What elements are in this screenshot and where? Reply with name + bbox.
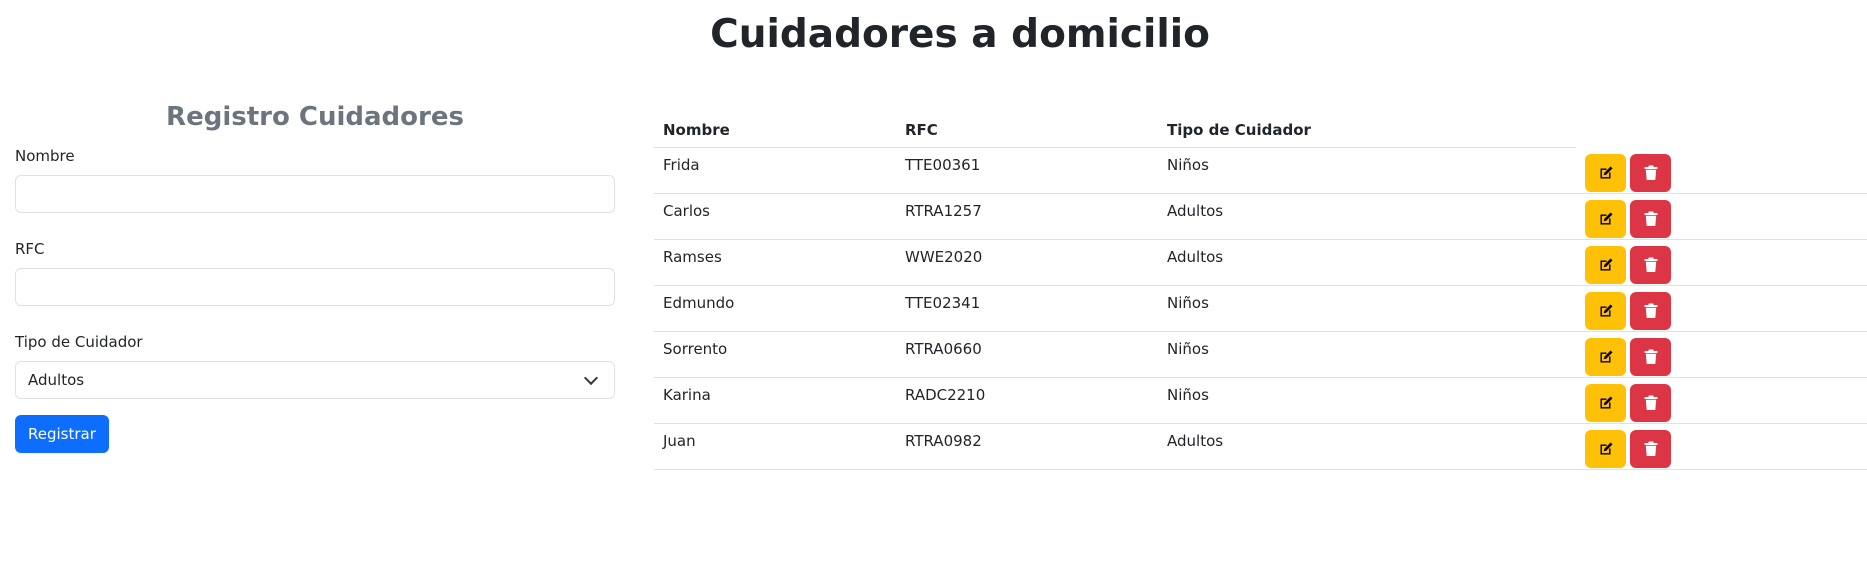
edit-button[interactable] [1585, 292, 1626, 330]
cell-nombre: Frida [654, 147, 896, 194]
delete-button[interactable] [1630, 292, 1671, 330]
edit-icon [1598, 303, 1614, 319]
table-row: Frida TTE00361 Niños [654, 147, 1867, 194]
trash-icon [1644, 257, 1658, 273]
trash-icon [1644, 211, 1658, 227]
cuidadores-table: Nombre RFC Tipo de Cuidador Frida TTE0036… [654, 112, 1867, 470]
chevron-down-icon [583, 370, 599, 385]
cell-actions [1576, 423, 1867, 470]
cell-rfc: WWE2020 [896, 239, 1158, 286]
rfc-input[interactable] [15, 268, 615, 306]
cell-actions [1576, 239, 1867, 286]
delete-button[interactable] [1630, 384, 1671, 422]
edit-button[interactable] [1585, 338, 1626, 376]
registrar-button[interactable]: Registrar [15, 415, 109, 453]
trash-icon [1644, 441, 1658, 457]
trash-icon [1644, 395, 1658, 411]
cell-rfc: TTE02341 [896, 285, 1158, 332]
cell-rfc: RTRA1257 [896, 193, 1158, 240]
cell-tipo: Niños [1158, 285, 1576, 332]
table-row: Juan RTRA0982 Adultos [654, 423, 1867, 470]
cell-tipo: Niños [1158, 147, 1576, 194]
cell-actions [1576, 377, 1867, 424]
cell-nombre: Juan [654, 423, 896, 470]
nombre-input[interactable] [15, 175, 615, 213]
cell-nombre: Karina [654, 377, 896, 424]
cell-actions [1576, 193, 1867, 240]
cell-tipo: Adultos [1158, 423, 1576, 470]
rfc-label: RFC [15, 240, 45, 258]
cell-nombre: Ramses [654, 239, 896, 286]
table-row: Carlos RTRA1257 Adultos [654, 193, 1867, 240]
table-row: Karina RADC2210 Niños [654, 377, 1867, 424]
nombre-label: Nombre [15, 147, 75, 165]
header-nombre: Nombre [654, 112, 896, 148]
table-row: Ramses WWE2020 Adultos [654, 239, 1867, 286]
tipo-label: Tipo de Cuidador [15, 333, 143, 351]
edit-icon [1598, 211, 1614, 227]
cell-nombre: Edmundo [654, 285, 896, 332]
edit-button[interactable] [1585, 153, 1626, 192]
form-title: Registro Cuidadores [166, 102, 464, 132]
page-title: Cuidadores a domicilio [710, 12, 1210, 57]
cell-tipo: Niños [1158, 331, 1576, 378]
edit-button[interactable] [1585, 246, 1626, 284]
table-row: Edmundo TTE02341 Niños [654, 285, 1867, 332]
cell-tipo: Adultos [1158, 239, 1576, 286]
tipo-selected-value: Adultos [28, 371, 85, 389]
cell-actions [1576, 285, 1867, 332]
cell-rfc: RADC2210 [896, 377, 1158, 424]
delete-button[interactable] [1630, 430, 1671, 468]
cuidadores-table-section: Nombre RFC Tipo de Cuidador Frida TTE0036… [654, 112, 1867, 470]
delete-button[interactable] [1630, 153, 1671, 192]
edit-icon [1598, 165, 1614, 181]
cell-tipo: Niños [1158, 377, 1576, 424]
cell-rfc: TTE00361 [896, 147, 1158, 194]
edit-icon [1598, 257, 1614, 273]
cell-rfc: RTRA0982 [896, 423, 1158, 470]
tipo-select[interactable]: Adultos [15, 361, 615, 399]
header-rfc: RFC [896, 112, 1158, 148]
edit-button[interactable] [1585, 384, 1626, 422]
edit-button[interactable] [1585, 430, 1626, 468]
cell-nombre: Carlos [654, 193, 896, 240]
cell-actions [1576, 331, 1867, 378]
registration-form: Registro Cuidadores Nombre RFC Tipo de C… [15, 100, 615, 453]
delete-button[interactable] [1630, 246, 1671, 284]
table-row: Sorrento RTRA0660 Niños [654, 331, 1867, 378]
header-actions [1576, 112, 1867, 148]
cell-rfc: RTRA0660 [896, 331, 1158, 378]
edit-icon [1598, 395, 1614, 411]
trash-icon [1644, 303, 1658, 319]
header-tipo: Tipo de Cuidador [1158, 112, 1576, 148]
trash-icon [1644, 165, 1658, 181]
cell-nombre: Sorrento [654, 331, 896, 378]
cell-actions [1576, 147, 1867, 194]
edit-icon [1598, 441, 1614, 457]
edit-icon [1598, 349, 1614, 365]
delete-button[interactable] [1630, 200, 1671, 238]
cell-tipo: Adultos [1158, 193, 1576, 240]
delete-button[interactable] [1630, 338, 1671, 376]
edit-button[interactable] [1585, 200, 1626, 238]
table-header-row: Nombre RFC Tipo de Cuidador [654, 112, 1867, 148]
trash-icon [1644, 349, 1658, 365]
